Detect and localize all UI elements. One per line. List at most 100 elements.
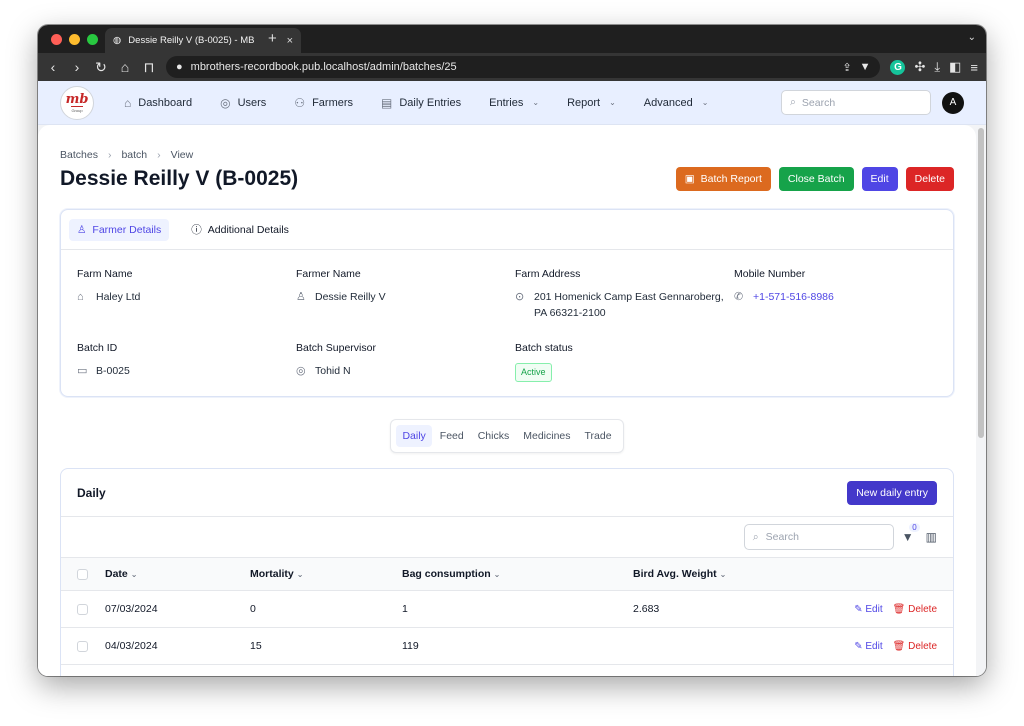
row-edit-button[interactable]: ✎ Edit — [854, 604, 882, 615]
farmer-name-value: Dessie Reilly V — [315, 291, 386, 303]
table-header-row: Date ⌄ Mortality ⌄ Bag consumption ⌄ Bird A… — [61, 557, 953, 592]
row-checkbox[interactable] — [77, 603, 88, 615]
grammarly-extension-icon[interactable]: G — [890, 59, 906, 75]
search-icon: ⌕ — [790, 96, 796, 108]
nav-dashboard[interactable]: ⌂ Dashboard — [124, 96, 192, 110]
trash-icon: 🗑 — [892, 640, 906, 652]
brand-logo[interactable]: mb Group — [60, 85, 94, 120]
new-tab-button[interactable]: + — [268, 30, 277, 47]
cell-date: 04/03/2024 — [105, 627, 250, 666]
edit-icon: ✎ — [854, 640, 863, 652]
maximize-window-button[interactable] — [87, 33, 98, 45]
records-segmented-tabs: Daily Feed Chicks Medicines Trade — [390, 419, 624, 454]
tab-trade[interactable]: Trade — [579, 425, 618, 447]
address-bar[interactable]: ● mbrothers-recordbook.pub.localhost/adm… — [166, 56, 881, 78]
row-checkbox[interactable] — [77, 640, 88, 652]
tab-medicines[interactable]: Medicines — [517, 425, 576, 447]
breadcrumb: Batches › batch › View — [60, 149, 954, 161]
filter-count-badge: 0 — [909, 523, 920, 533]
sidebar-icon[interactable]: ◧ — [949, 59, 961, 75]
browser-titlebar: ◍ Dessie Reilly V (B-0025) - MB × + ⌄ — [38, 25, 986, 53]
farmer-name-label: Farmer Name — [296, 268, 361, 280]
cell-date: 07/03/2024 — [105, 590, 250, 629]
home-icon[interactable]: ⌂ — [118, 59, 132, 75]
extensions-icon[interactable]: ✣ — [914, 59, 925, 75]
cell-bird-avg-weight — [633, 627, 789, 666]
row-edit-button[interactable]: ✎ Edit — [854, 641, 882, 652]
batch-report-button[interactable]: ▣ Batch Report — [675, 167, 771, 191]
user-circle-icon: ◎ — [296, 364, 306, 377]
tab-additional-details[interactable]: ⓘ Additional Details — [183, 217, 297, 242]
clipboard-icon: ▤ — [381, 95, 393, 110]
cell-mortality: 0 — [250, 590, 402, 629]
download-icon[interactable]: ⤓ — [934, 59, 940, 75]
minimize-window-button[interactable] — [69, 33, 80, 45]
tab-chicks[interactable]: Chicks — [472, 425, 516, 447]
nav-report-dropdown[interactable]: Report ⌄ — [567, 97, 616, 109]
users-icon: ⚇ — [294, 95, 306, 110]
column-header-bag-consumption[interactable]: Bag consumption ⌄ — [402, 557, 633, 592]
trash-icon: 🗑 — [892, 603, 906, 615]
column-header-date[interactable]: Date ⌄ — [105, 557, 250, 592]
column-header-bird-avg-weight[interactable]: Bird Avg. Weight ⌄ — [633, 557, 789, 592]
page-scrollbar[interactable] — [976, 125, 986, 676]
share-icon[interactable]: ⇪ — [842, 61, 851, 74]
globe-icon: ◍ — [113, 35, 122, 46]
back-icon[interactable]: ‹ — [46, 59, 60, 75]
main-content: Batches › batch › View Dessie Reilly V (… — [38, 125, 976, 676]
chevron-down-icon[interactable]: ⌄ — [968, 32, 976, 43]
table-search-input[interactable]: ⌕ Search — [743, 524, 894, 551]
nav-advanced-dropdown[interactable]: Advanced ⌄ — [644, 97, 709, 109]
daily-table: Date ⌄ Mortality ⌄ Bag consumption ⌄ Bird A… — [61, 557, 953, 666]
tab-title: Dessie Reilly V (B-0025) - MB — [128, 35, 255, 46]
nav-daily-entries[interactable]: ▤ Daily Entries — [381, 96, 461, 110]
row-delete-button[interactable]: 🗑 Delete — [893, 641, 937, 652]
site-info-icon[interactable]: ● — [176, 61, 183, 73]
close-window-button[interactable] — [51, 33, 62, 45]
tab-close-icon[interactable]: × — [287, 35, 293, 47]
new-daily-entry-button[interactable]: New daily entry — [847, 481, 937, 506]
user-icon: ♙ — [296, 291, 306, 303]
chevron-right-icon: › — [107, 149, 112, 161]
forward-icon[interactable]: › — [70, 59, 84, 75]
batch-id-label: Batch ID — [77, 341, 118, 354]
chevron-down-icon: ⌄ — [296, 570, 304, 580]
reload-icon[interactable]: ↻ — [94, 59, 108, 76]
nav-users[interactable]: ◎ Users — [220, 96, 266, 110]
app: mb Group ⌂ Dashboard ◎ Users ⚇ Farmers ▤… — [38, 81, 986, 676]
column-header-mortality[interactable]: Mortality ⌄ — [250, 557, 402, 592]
mobile-number-link[interactable]: +1-571-516-8986 — [753, 289, 834, 305]
row-delete-button[interactable]: 🗑 Delete — [893, 604, 937, 615]
delete-button[interactable]: Delete — [905, 167, 954, 191]
id-card-icon: ▭ — [77, 364, 88, 377]
chevron-right-icon: › — [157, 149, 161, 161]
filter-icon: ▼ — [901, 530, 914, 545]
breadcrumb-batch[interactable]: batch — [121, 149, 147, 161]
tab-feed[interactable]: Feed — [434, 425, 470, 447]
batch-status-label: Batch status — [515, 341, 573, 354]
search-icon: ⌕ — [752, 530, 759, 543]
daily-table-card: Daily New daily entry ⌕ Search ▼ 0 ▥ Dat… — [60, 468, 954, 676]
filter-button[interactable]: ▼ 0 — [901, 523, 920, 545]
menu-icon[interactable]: ≡ — [970, 60, 978, 75]
tab-farmer-details[interactable]: ♙ Farmer Details — [69, 218, 170, 241]
nav-farmers[interactable]: ⚇ Farmers — [294, 96, 353, 110]
user-circle-icon: ◎ — [220, 95, 231, 110]
columns-icon[interactable]: ▥ — [926, 530, 937, 544]
global-search-input[interactable]: ⌕ Search — [781, 90, 931, 115]
tab-daily[interactable]: Daily — [396, 425, 432, 448]
nav-entries-dropdown[interactable]: Entries ⌄ — [489, 97, 539, 109]
batch-supervisor-label: Batch Supervisor — [296, 341, 376, 354]
select-all-checkbox[interactable] — [77, 568, 88, 580]
daily-section-title: Daily — [77, 486, 106, 501]
user-avatar[interactable]: A — [942, 91, 964, 114]
breadcrumb-batches[interactable]: Batches — [60, 149, 98, 161]
home-icon: ⌂ — [77, 291, 84, 303]
info-icon: ⓘ — [191, 224, 202, 236]
status-badge: Active — [515, 362, 552, 383]
shield-icon[interactable]: ▼ — [860, 61, 871, 73]
scrollbar-thumb[interactable] — [978, 128, 984, 438]
close-batch-button[interactable]: Close Batch — [778, 167, 854, 191]
edit-button[interactable]: Edit — [861, 167, 898, 191]
bookmark-icon[interactable]: ⊓ — [142, 59, 156, 76]
